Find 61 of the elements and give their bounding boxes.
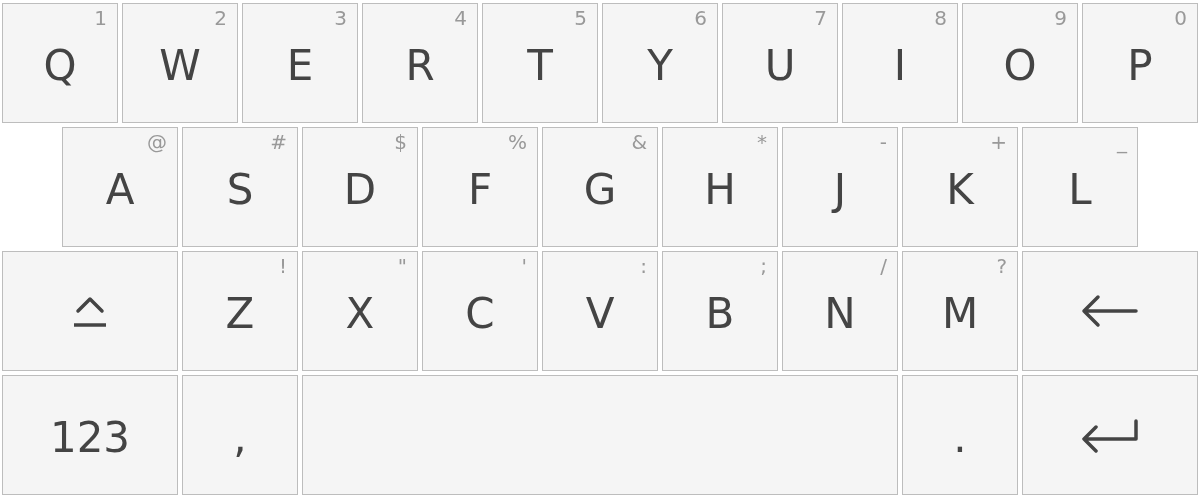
key-hint: $ <box>394 132 407 152</box>
key[interactable]: 5 T <box>482 3 598 123</box>
key[interactable]: + K <box>902 127 1018 247</box>
key[interactable]: " X <box>302 251 418 371</box>
key[interactable]: 9 O <box>962 3 1078 123</box>
key[interactable]: : V <box>542 251 658 371</box>
key[interactable]: 8 I <box>842 3 958 123</box>
key[interactable]: 7 U <box>722 3 838 123</box>
key[interactable]: 1 Q <box>2 3 118 123</box>
key-hint: - <box>879 132 887 152</box>
key-hint: ? <box>996 256 1007 276</box>
key[interactable]: . <box>902 375 1018 495</box>
key-hint: + <box>990 132 1007 152</box>
shift-key[interactable] <box>2 251 178 371</box>
key-hint: 0 <box>1174 8 1187 28</box>
key[interactable]: ! Z <box>182 251 298 371</box>
key-hint: 3 <box>334 8 347 28</box>
key[interactable]: - J <box>782 127 898 247</box>
key-hint: 8 <box>934 8 947 28</box>
key-hint: 1 <box>94 8 107 28</box>
key-hint: : <box>640 256 647 276</box>
left-arrow-icon <box>1080 293 1140 329</box>
key[interactable]: 2 W <box>122 3 238 123</box>
key-hint: ; <box>760 256 767 276</box>
key[interactable]: ' C <box>422 251 538 371</box>
key[interactable]: $ D <box>302 127 418 247</box>
key[interactable]: % F <box>422 127 538 247</box>
key-hint: @ <box>147 132 167 152</box>
key-hint: " <box>397 256 407 276</box>
key-hint: / <box>880 256 887 276</box>
key[interactable]: & G <box>542 127 658 247</box>
key[interactable]: ? M <box>902 251 1018 371</box>
key-hint: 9 <box>1054 8 1067 28</box>
key-hint: ! <box>278 256 287 276</box>
key-hint: % <box>508 132 527 152</box>
key[interactable]: 4 R <box>362 3 478 123</box>
key-hint: 4 <box>454 8 467 28</box>
key[interactable]: @ A <box>62 127 178 247</box>
key-hint: 2 <box>214 8 227 28</box>
key-hint: ' <box>521 256 527 276</box>
key[interactable]: 3 E <box>242 3 358 123</box>
key[interactable]: # S <box>182 127 298 247</box>
key-hint: * <box>757 132 767 152</box>
enter-key[interactable] <box>1022 375 1198 495</box>
backspace-key[interactable] <box>1022 251 1198 371</box>
key-hint: # <box>270 132 287 152</box>
key[interactable]: , <box>182 375 298 495</box>
key[interactable]: ; B <box>662 251 778 371</box>
key-hint: 6 <box>694 8 707 28</box>
key-hint: _ <box>1117 132 1127 152</box>
key[interactable]: _ L <box>1022 127 1138 247</box>
key-hint: 5 <box>574 8 587 28</box>
key[interactable]: 0 P <box>1082 3 1198 123</box>
return-arrow-icon <box>1080 417 1140 453</box>
key[interactable]: 6 Y <box>602 3 718 123</box>
key[interactable]: / N <box>782 251 898 371</box>
space-key[interactable] <box>302 375 898 495</box>
key[interactable]: * H <box>662 127 778 247</box>
key-hint: & <box>631 132 647 152</box>
symbols-key[interactable]: 123 <box>2 375 178 495</box>
key-hint: 7 <box>814 8 827 28</box>
